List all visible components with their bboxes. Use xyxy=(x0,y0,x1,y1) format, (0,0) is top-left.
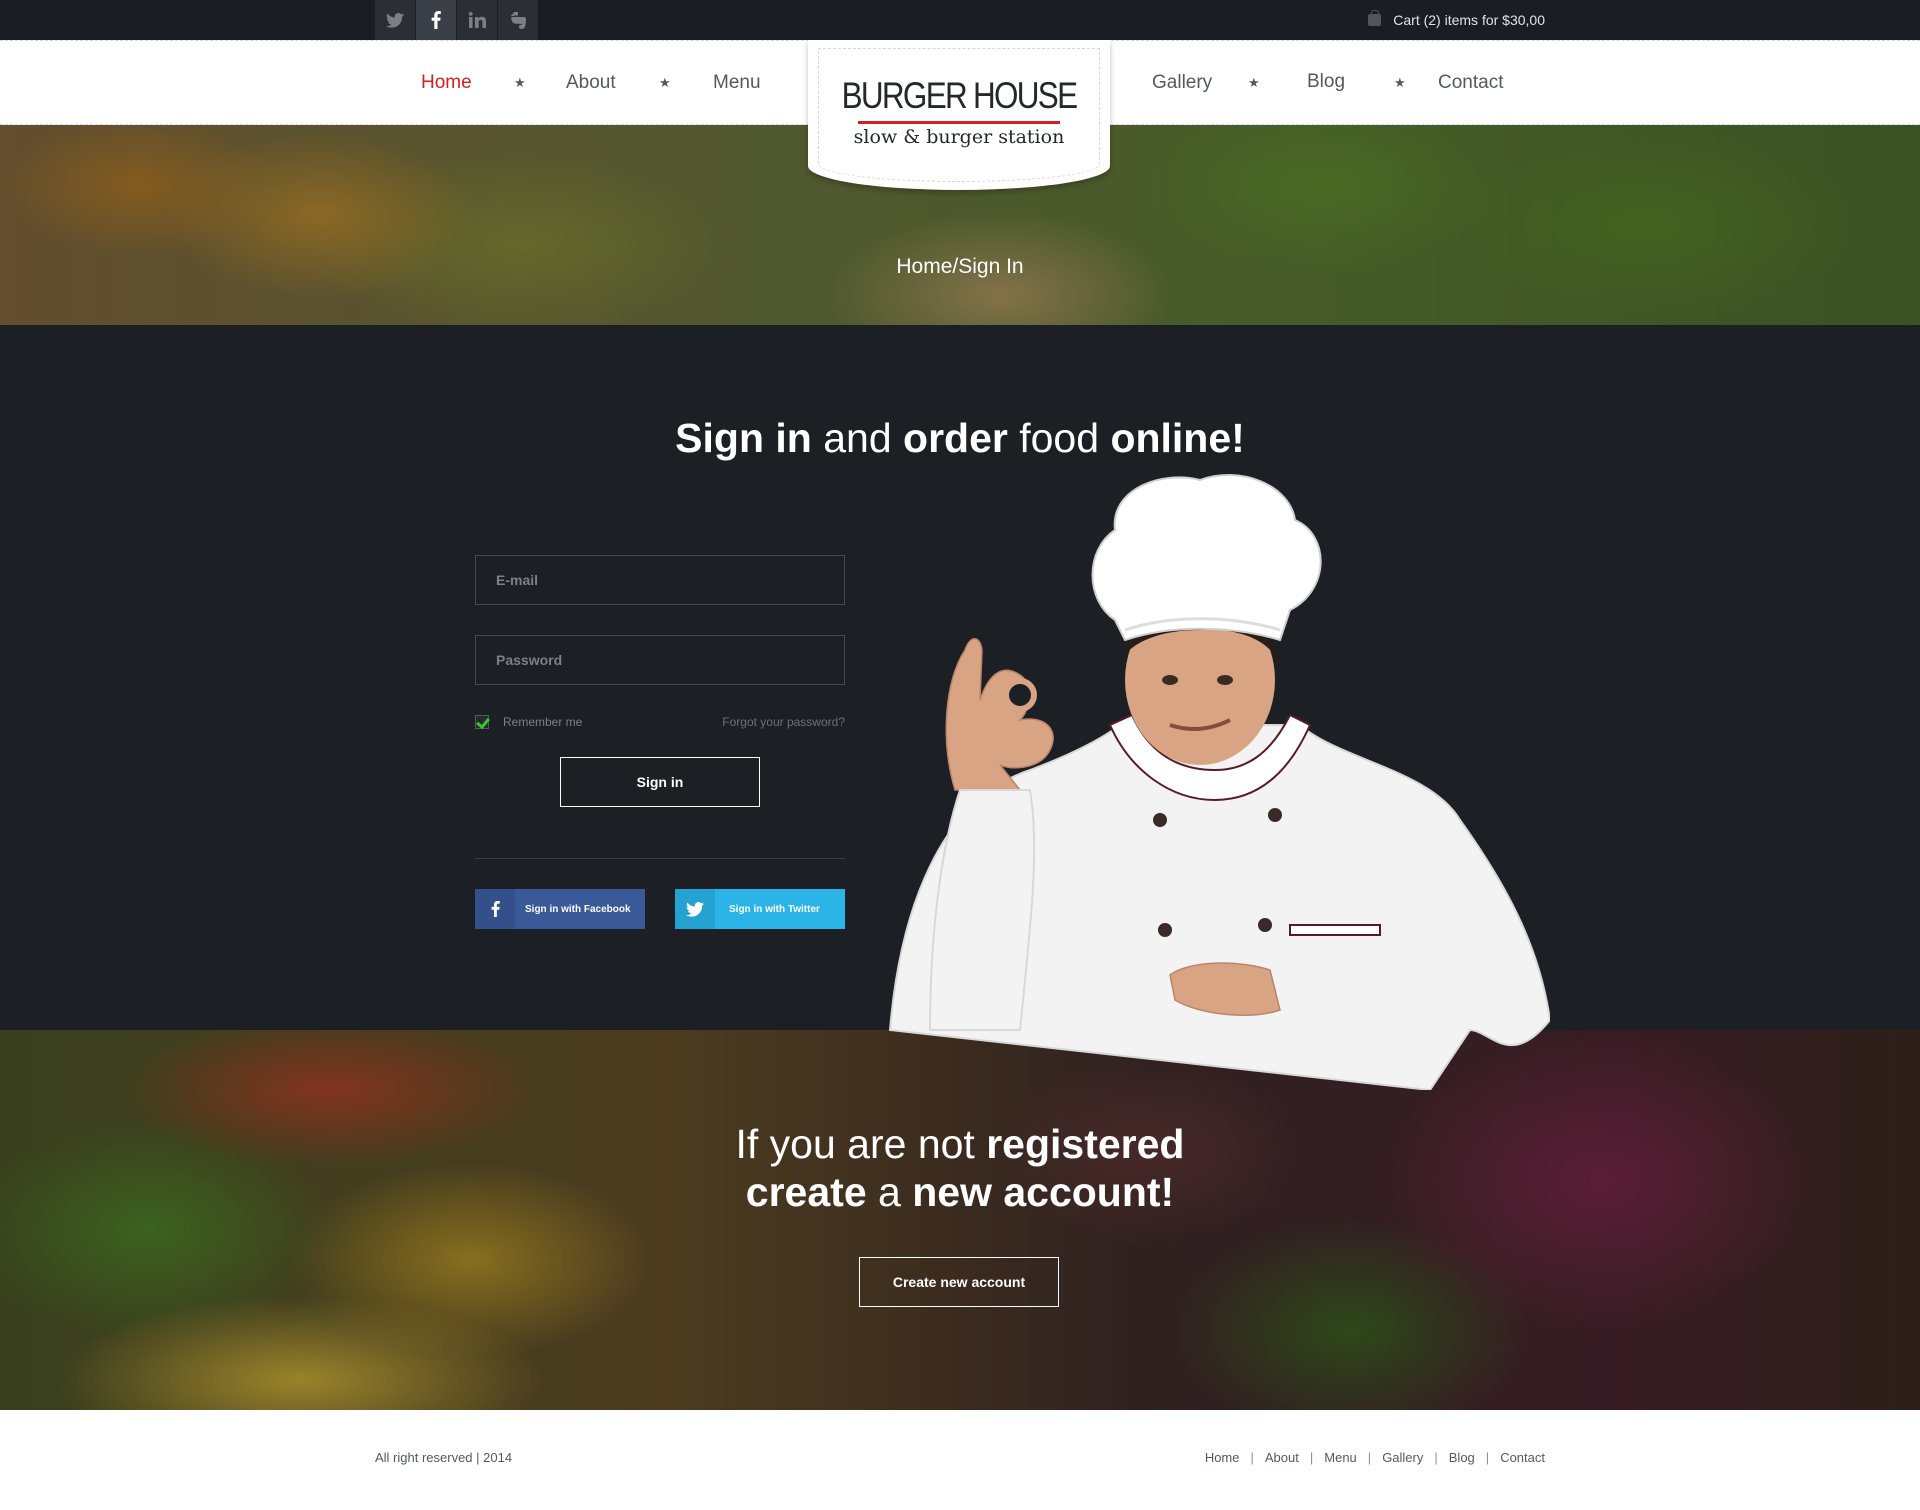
footer-link-gallery[interactable]: Gallery xyxy=(1382,1450,1423,1465)
nav-separator-star: ★ xyxy=(1248,75,1260,90)
footer-links: Home | About | Menu | Gallery | Blog | C… xyxy=(1205,1450,1545,1465)
breadcrumb: Home/Sign In xyxy=(896,255,1024,278)
headline-part: create xyxy=(745,1169,867,1215)
evernote-icon[interactable] xyxy=(498,0,539,40)
social-links xyxy=(375,0,539,40)
cart-summary: Cart (2) items for $30,00 xyxy=(1393,12,1545,28)
twitter-icon[interactable] xyxy=(375,0,416,40)
forgot-password-link[interactable]: Forgot your password? xyxy=(715,715,845,729)
logo-subtitle: slow & burger station xyxy=(853,126,1065,148)
facebook-icon[interactable] xyxy=(416,0,457,40)
headline-part: order xyxy=(903,415,1008,461)
remember-label: Remember me xyxy=(503,715,583,729)
headline-part: a xyxy=(866,1169,913,1215)
signin-headline: Sign in and order food online! xyxy=(0,415,1920,462)
nav-home[interactable]: Home xyxy=(421,72,472,94)
twitter-signin-label: Sign in with Twitter xyxy=(729,903,820,915)
facebook-signin-label: Sign in with Facebook xyxy=(525,903,631,915)
remember-checkbox[interactable] xyxy=(475,715,489,729)
top-bar: Cart (2) items for $30,00 xyxy=(0,0,1920,40)
linkedin-icon[interactable] xyxy=(457,0,498,40)
chef-image xyxy=(888,474,1550,1090)
twitter-icon xyxy=(675,889,715,929)
footer: All right reserved | 2014 Home | About |… xyxy=(0,1410,1920,1510)
footer-link-contact[interactable]: Contact xyxy=(1500,1450,1545,1465)
headline-part: online! xyxy=(1110,415,1245,461)
footer-link-about[interactable]: About xyxy=(1265,1450,1299,1465)
footer-separator: | xyxy=(1250,1450,1254,1465)
email-field[interactable] xyxy=(475,555,845,605)
logo-title: BURGER HOUSE xyxy=(841,75,1078,116)
footer-link-blog[interactable]: Blog xyxy=(1449,1450,1475,1465)
nav-separator-star: ★ xyxy=(659,75,671,90)
headline-part: Sign in xyxy=(675,415,812,461)
nav-contact[interactable]: Contact xyxy=(1438,72,1503,94)
headline-part: new account! xyxy=(912,1169,1175,1215)
facebook-signin-button[interactable]: Sign in with Facebook xyxy=(475,889,645,929)
signin-button[interactable]: Sign in xyxy=(560,757,760,807)
nav-menu[interactable]: Menu xyxy=(713,72,761,94)
facebook-icon xyxy=(475,889,515,929)
headline-part: If you are not xyxy=(735,1121,987,1167)
logo-underline xyxy=(858,121,1060,124)
remember-me[interactable]: Remember me xyxy=(475,715,582,729)
footer-separator: | xyxy=(1367,1450,1372,1465)
shopping-bag-icon xyxy=(1368,10,1382,26)
divider xyxy=(475,858,845,859)
footer-separator: | xyxy=(1485,1450,1490,1465)
headline-part: and xyxy=(811,415,904,461)
headline-part: food xyxy=(1007,415,1111,461)
create-account-button[interactable]: Create new account xyxy=(859,1257,1059,1307)
nav-separator-star: ★ xyxy=(1394,75,1406,90)
footer-link-home[interactable]: Home xyxy=(1205,1450,1240,1465)
headline-part: registered xyxy=(986,1121,1185,1167)
copyright-text: All right reserved | 2014 xyxy=(375,1450,513,1465)
brand-logo[interactable]: BURGER HOUSE slow & burger station xyxy=(808,40,1110,190)
footer-separator: | xyxy=(1434,1450,1438,1465)
register-headline: If you are not registered create a new a… xyxy=(0,1120,1920,1216)
nav-blog[interactable]: Blog xyxy=(1307,71,1345,93)
nav-gallery[interactable]: Gallery xyxy=(1152,72,1212,94)
nav-about[interactable]: About xyxy=(566,72,616,94)
cart-link[interactable]: Cart (2) items for $30,00 xyxy=(1368,0,1545,40)
footer-separator: | xyxy=(1309,1450,1314,1465)
password-field[interactable] xyxy=(475,635,845,685)
twitter-signin-button[interactable]: Sign in with Twitter xyxy=(675,889,845,929)
nav-separator-star: ★ xyxy=(514,75,526,90)
footer-link-menu[interactable]: Menu xyxy=(1324,1450,1357,1465)
